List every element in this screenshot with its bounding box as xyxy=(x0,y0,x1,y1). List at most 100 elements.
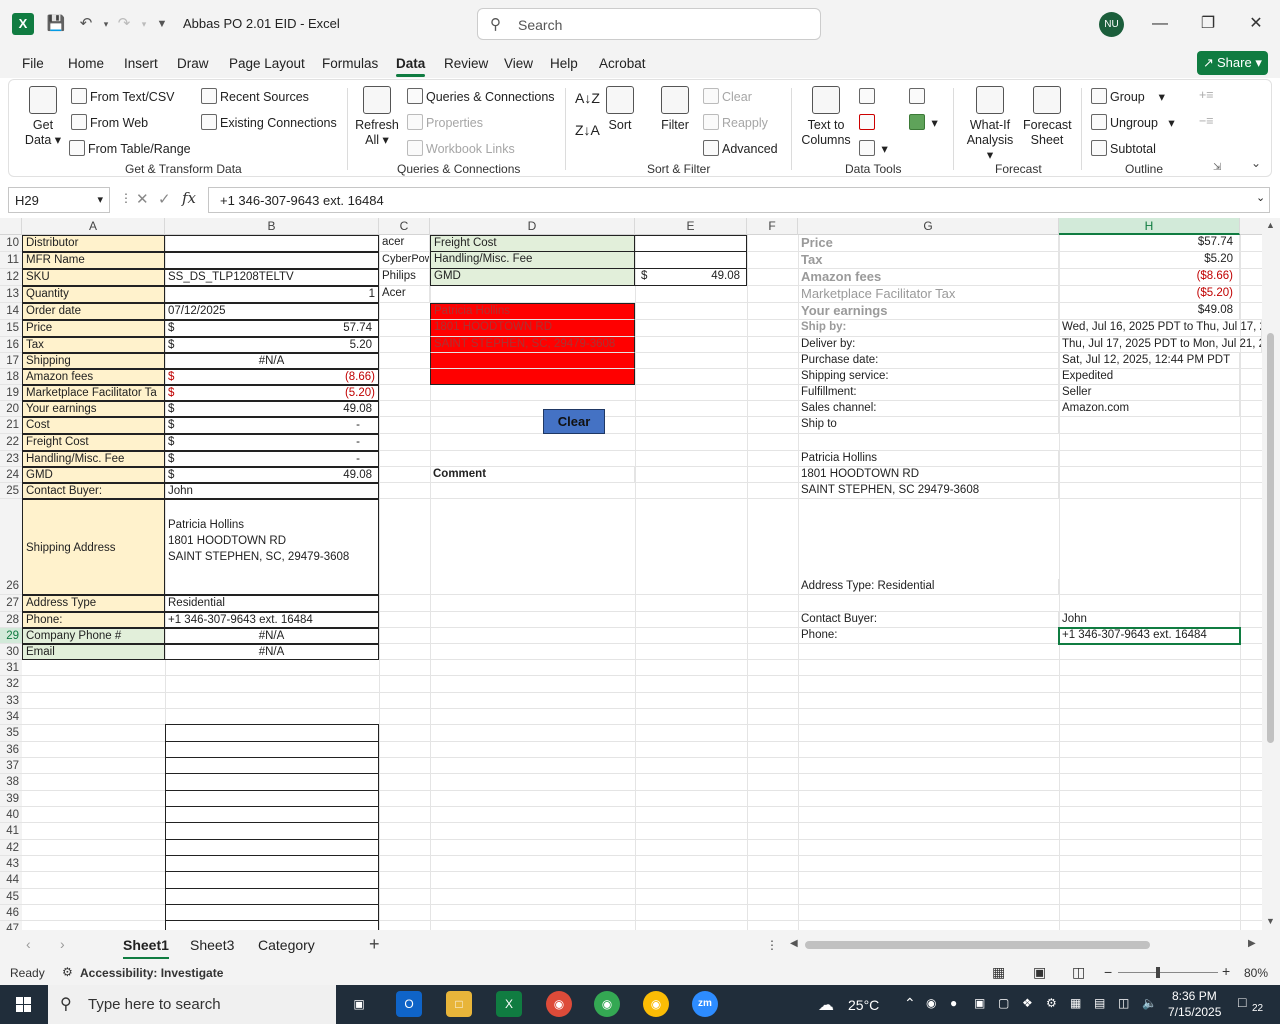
share-button[interactable]: ↗ Share ▾ xyxy=(1197,51,1268,75)
save-icon[interactable]: 💾 xyxy=(46,14,66,34)
show-detail-icon[interactable]: +≡ xyxy=(1199,88,1214,102)
tray-settings-icon[interactable]: ⚙ xyxy=(1046,996,1057,1010)
cell-g26[interactable]: Address Type: Residential xyxy=(798,579,1059,595)
row-header-31[interactable]: 31 xyxy=(0,660,22,676)
row-header-40[interactable]: 40 xyxy=(0,807,22,823)
cell-b10[interactable] xyxy=(165,235,379,252)
row-header-13[interactable]: 13 xyxy=(0,286,22,303)
cell-a10[interactable]: Distributor xyxy=(22,235,165,252)
chrome-profile-icon[interactable]: ◉ xyxy=(594,991,620,1017)
tab-review[interactable]: Review xyxy=(444,56,488,71)
cell-a16[interactable]: Tax xyxy=(22,337,165,353)
cell-d24[interactable]: Comment xyxy=(430,467,635,483)
expand-formula-icon[interactable]: ⌄ xyxy=(1256,191,1265,204)
cell-d10[interactable]: Freight Cost xyxy=(430,235,635,252)
enter-icon[interactable]: ✓ xyxy=(158,190,171,208)
cancel-icon[interactable]: ✕ xyxy=(136,190,149,208)
cell-b22[interactable]: $ - xyxy=(165,434,379,451)
cell-b12[interactable]: SS_DS_TLP1208TELTV xyxy=(165,269,379,286)
minimize-icon[interactable]: — xyxy=(1148,12,1172,36)
properties-button[interactable]: Properties xyxy=(407,114,483,130)
cell-g18[interactable]: Shipping service: xyxy=(798,369,1059,385)
cell-b18[interactable]: $ (8.66) xyxy=(165,369,379,385)
search-input[interactable]: ⚲ Search xyxy=(477,8,821,40)
scroll-right-icon[interactable]: ▶ xyxy=(1248,938,1256,949)
row-header-20[interactable]: 20 xyxy=(0,401,22,417)
chrome-icon[interactable]: ◉ xyxy=(546,991,572,1017)
volume-icon[interactable]: 🔈 xyxy=(1142,996,1157,1010)
cell-a22[interactable]: Freight Cost xyxy=(22,434,165,451)
column-header-g[interactable]: G xyxy=(798,218,1059,235)
row-header-37[interactable]: 37 xyxy=(0,758,22,774)
row-header-16[interactable]: 16 xyxy=(0,337,22,353)
cell-a20[interactable]: Your earnings xyxy=(22,401,165,417)
tray-outlook-icon[interactable]: ▣ xyxy=(974,996,985,1010)
cell-a13[interactable]: Quantity xyxy=(22,286,165,303)
scroll-down-icon[interactable]: ▼ xyxy=(1266,916,1275,926)
tab-page-layout[interactable]: Page Layout xyxy=(229,56,305,71)
row-header-14[interactable]: 14 xyxy=(0,303,22,320)
cell-c11[interactable]: CyberPow xyxy=(379,252,430,269)
from-text-csv-button[interactable]: From Text/CSV xyxy=(71,88,175,104)
undo-dropdown-icon[interactable]: ▾ xyxy=(96,14,116,34)
customize-toolbar-icon[interactable]: ▼ xyxy=(152,14,172,34)
tab-home[interactable]: Home xyxy=(68,56,104,71)
tab-draw[interactable]: Draw xyxy=(177,56,209,71)
cell-h10[interactable]: $57.74 xyxy=(1059,235,1240,252)
tray-screen-icon[interactable]: ▢ xyxy=(998,996,1009,1010)
cell-b14[interactable]: 07/12/2025 xyxy=(165,303,379,320)
cell-h16[interactable]: Thu, Jul 17, 2025 PDT to Mon, Jul 21, 2 xyxy=(1059,337,1262,353)
row-header-33[interactable]: 33 xyxy=(0,693,22,709)
formula-input[interactable]: +1 346-307-9643 ext. 16484 xyxy=(208,187,1270,213)
accessibility-status[interactable]: Accessibility: Investigate xyxy=(80,966,223,980)
cell-g23[interactable]: Patricia Hollins xyxy=(798,451,1059,467)
row-header-21[interactable]: 21 xyxy=(0,417,22,434)
notification-icon[interactable]: □ xyxy=(1238,994,1246,1010)
horizontal-scroll-thumb[interactable] xyxy=(805,941,1150,949)
group-button[interactable]: Group ▾ xyxy=(1091,88,1165,104)
tray-zoom-icon[interactable]: ● xyxy=(950,996,957,1010)
cell-a29[interactable]: Company Phone # xyxy=(22,628,165,644)
row-header-11[interactable]: 11 xyxy=(0,252,22,269)
column-header-h[interactable]: H xyxy=(1059,218,1240,235)
cell-g15[interactable]: Ship by: xyxy=(798,320,1059,337)
cell-a19[interactable]: Marketplace Facilitator Ta xyxy=(22,385,165,401)
filter-button[interactable]: Filter xyxy=(657,86,693,133)
cell-b30[interactable]: #N/A xyxy=(165,644,379,660)
insert-function-icon[interactable]: fx xyxy=(182,189,196,207)
row-header-28[interactable]: 28 xyxy=(0,612,22,628)
row-header-41[interactable]: 41 xyxy=(0,823,22,840)
cell-a27[interactable]: Address Type xyxy=(22,595,165,612)
cell-b19[interactable]: $ (5.20) xyxy=(165,385,379,401)
tab-formulas[interactable]: Formulas xyxy=(322,56,378,71)
flash-fill-icon[interactable] xyxy=(859,88,878,104)
text-to-columns-button[interactable]: Text to Columns xyxy=(801,86,851,148)
existing-connections-button[interactable]: Existing Connections xyxy=(201,114,337,130)
cell-h18[interactable]: Expedited xyxy=(1059,369,1240,385)
cell-b17[interactable]: #N/A xyxy=(165,353,379,369)
cell-h17[interactable]: Sat, Jul 12, 2025, 12:44 PM PDT xyxy=(1059,353,1240,369)
clear-button[interactable]: Clear xyxy=(543,409,605,434)
cell-a25[interactable]: Contact Buyer: xyxy=(22,483,165,499)
sort-ascending-icon[interactable]: A↓Z xyxy=(575,90,600,106)
taskbar-search[interactable]: ⚲ Type here to search xyxy=(48,985,336,1024)
weather-icon[interactable]: ☁ xyxy=(818,995,834,1015)
row-header-19[interactable]: 19 xyxy=(0,385,22,401)
from-web-button[interactable]: From Web xyxy=(71,114,148,130)
cell-d16[interactable]: SAINT STEPHEN, SC, 29479-3608 xyxy=(430,337,635,353)
sort-descending-icon[interactable]: Z↓A xyxy=(575,122,600,138)
queries-connections-button[interactable]: Queries & Connections xyxy=(407,88,555,104)
cell-e12[interactable]: $49.08 xyxy=(635,269,747,286)
page-break-view-icon[interactable]: ◫ xyxy=(1072,964,1085,981)
cell-h13[interactable]: ($5.20) xyxy=(1059,286,1240,303)
row-header-30[interactable]: 30 xyxy=(0,644,22,660)
row-header-17[interactable]: 17 xyxy=(0,353,22,369)
prev-sheet-icon[interactable]: ‹ xyxy=(26,936,31,952)
more-options-icon[interactable]: ⋮ xyxy=(766,938,778,952)
cell-h12[interactable]: ($8.66) xyxy=(1059,269,1240,286)
zoom-level[interactable]: 80% xyxy=(1244,966,1268,980)
row-header-15[interactable]: 15 xyxy=(0,320,22,337)
row-header-38[interactable]: 38 xyxy=(0,774,22,791)
row-header-42[interactable]: 42 xyxy=(0,840,22,856)
close-icon[interactable]: ✕ xyxy=(1244,12,1268,36)
